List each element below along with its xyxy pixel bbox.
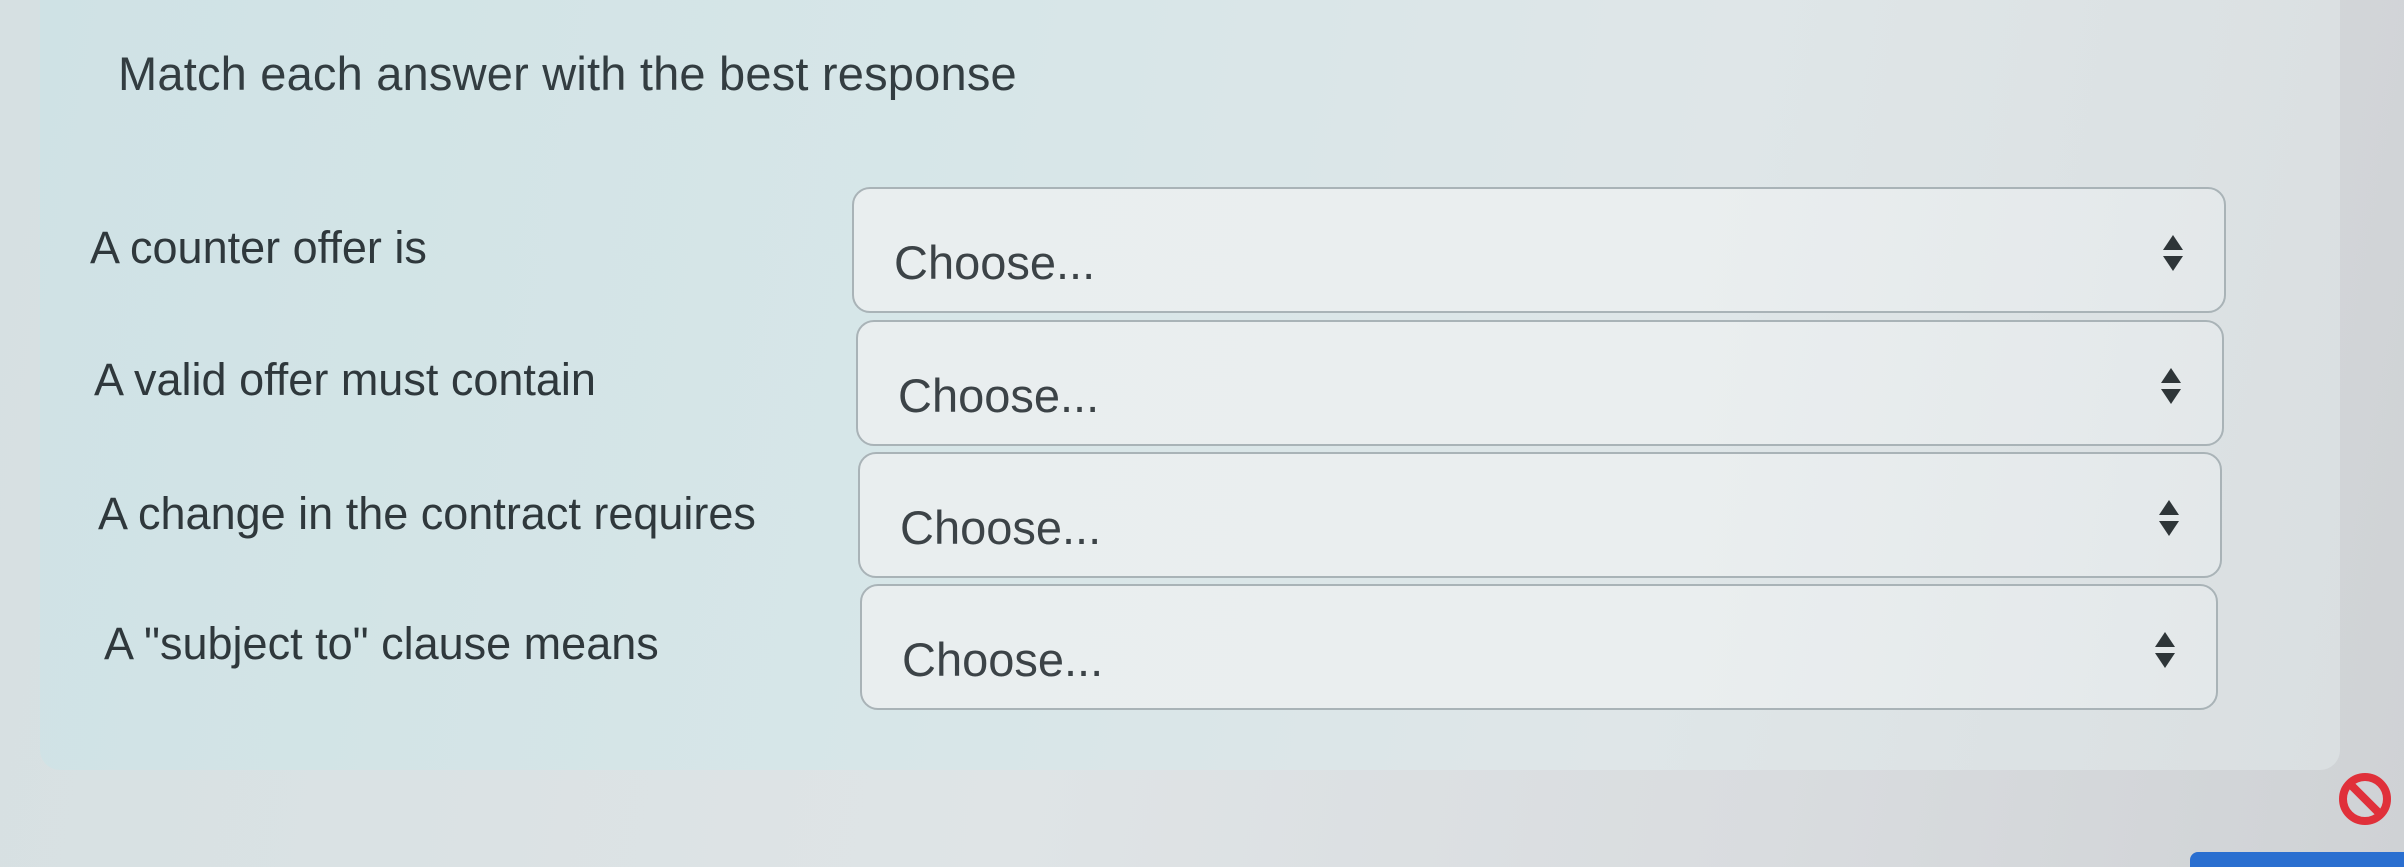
match-select-1[interactable]: Choose...	[852, 187, 2226, 313]
up-down-arrows-icon	[2155, 632, 2175, 668]
match-label-2: A valid offer must contain	[94, 354, 596, 405]
select-value: Choose...	[898, 369, 1100, 422]
select-value: Choose...	[900, 501, 1102, 554]
match-select-3[interactable]: Choose...	[858, 452, 2222, 578]
up-down-arrows-icon	[2163, 235, 2183, 271]
no-entry-icon	[2339, 773, 2391, 825]
up-down-arrows-icon	[2161, 368, 2181, 404]
match-select-2[interactable]: Choose...	[856, 320, 2224, 446]
question-prompt: Match each answer with the best response	[118, 47, 1017, 100]
match-label-1: A counter offer is	[90, 222, 427, 273]
up-down-arrows-icon	[2159, 500, 2179, 536]
match-select-4[interactable]: Choose...	[860, 584, 2218, 710]
match-label-4: A "subject to" clause means	[104, 618, 659, 669]
select-value: Choose...	[894, 236, 1096, 289]
select-value: Choose...	[902, 633, 1104, 686]
next-page-button[interactable]	[2190, 852, 2404, 867]
match-label-3: A change in the contract requires	[98, 488, 756, 539]
